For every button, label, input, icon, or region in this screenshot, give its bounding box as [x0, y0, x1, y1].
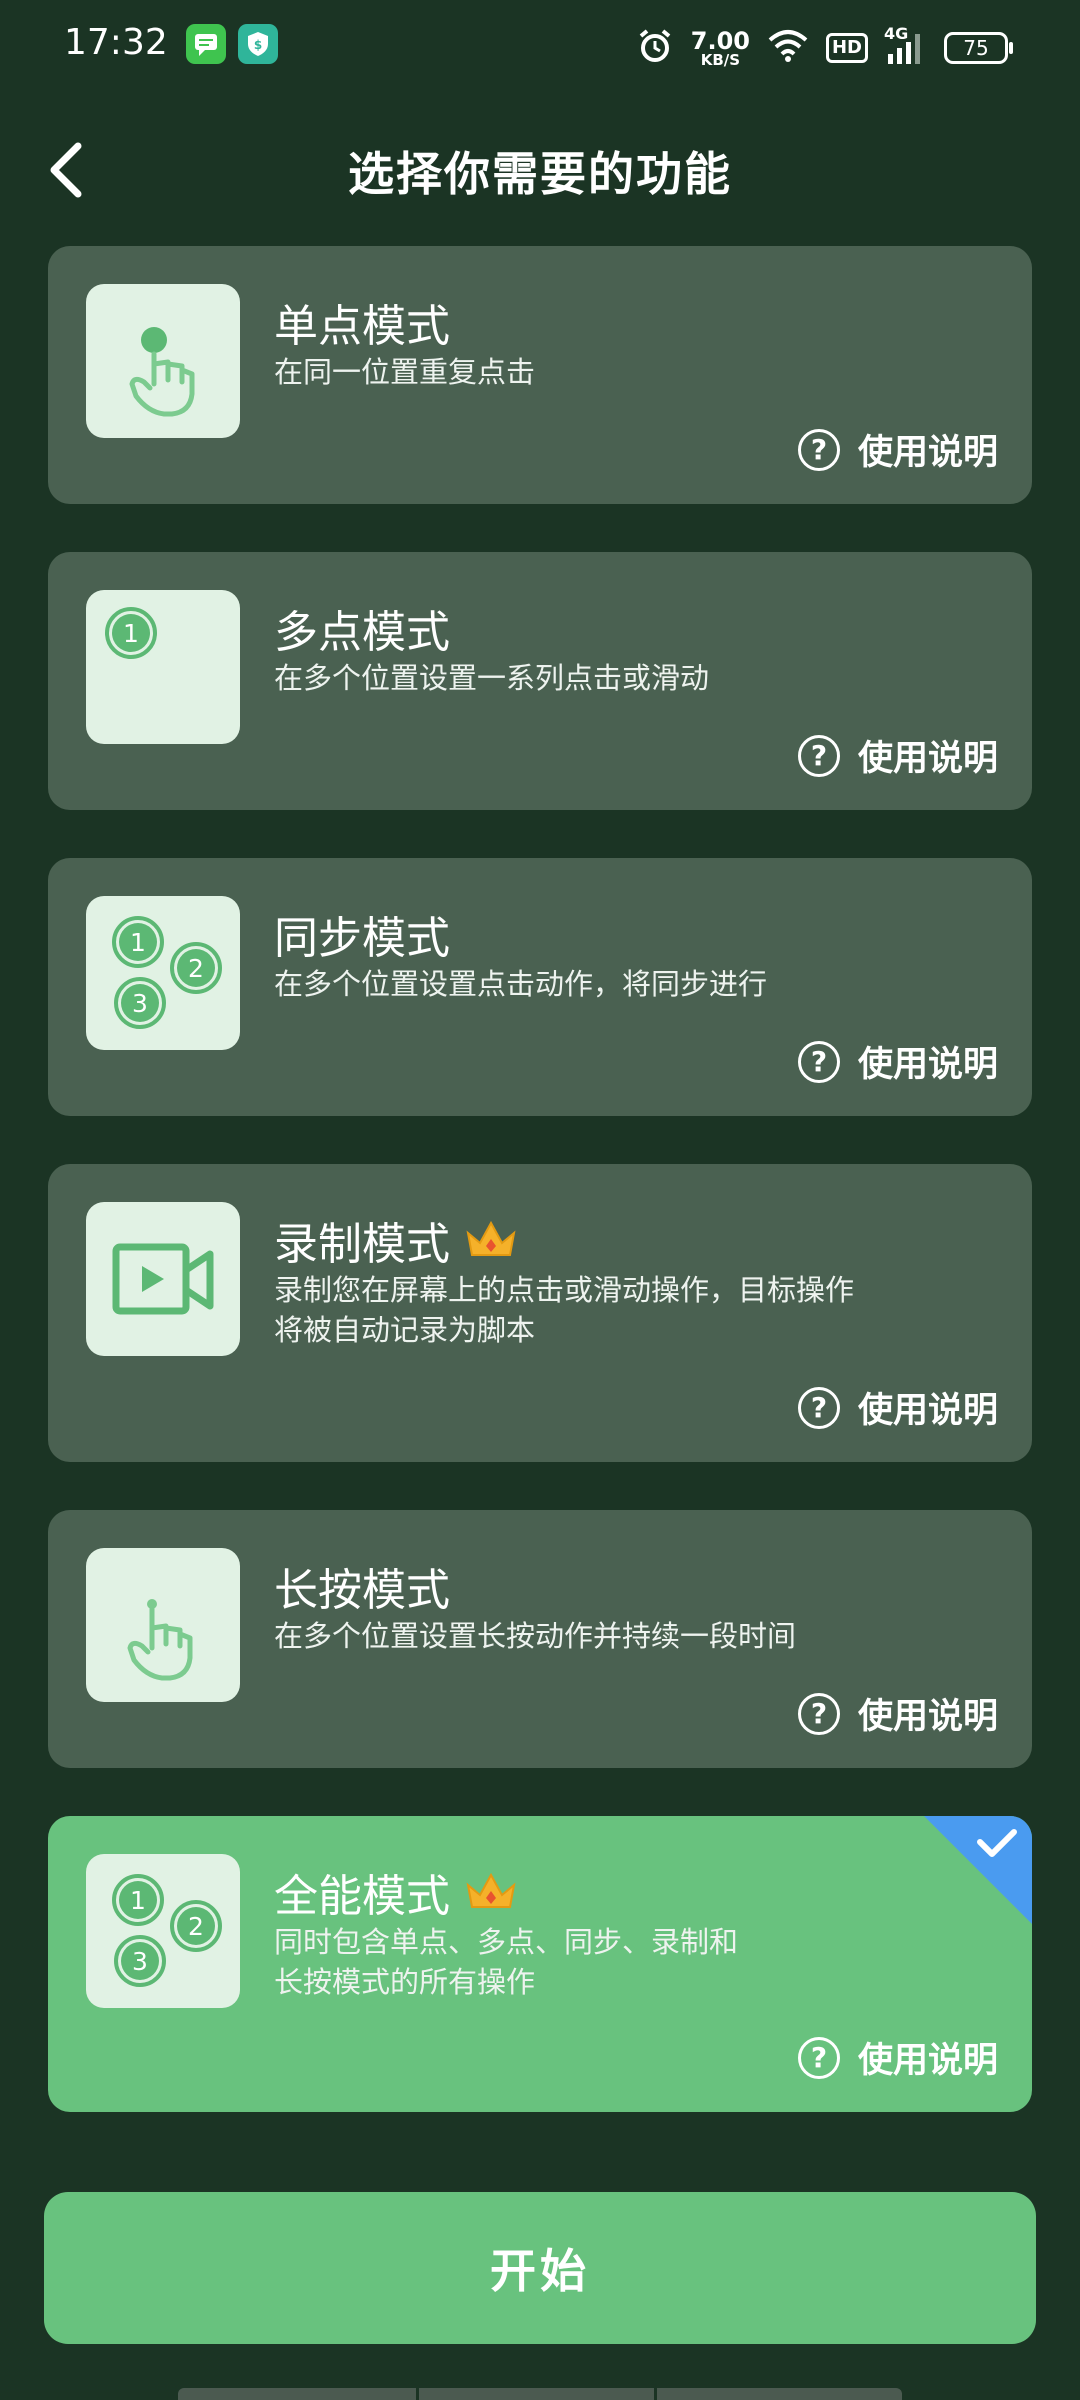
mode-desc: 录制您在屏幕上的点击或滑动操作，目标操作 将被自动记录为脚本 — [274, 1270, 894, 1350]
question-icon: ? — [797, 1040, 840, 1083]
all-modes-icon: 1 2 3 — [86, 1854, 240, 2008]
help-label: 使用说明 — [857, 1697, 998, 1737]
question-icon: ? — [797, 2036, 840, 2079]
start-button[interactable]: 开始 — [44, 2192, 1036, 2344]
page-title: 选择你需要的功能 — [348, 147, 732, 201]
point-number: 1 — [130, 928, 146, 957]
crown-icon — [466, 1872, 516, 1908]
message-icon — [186, 24, 226, 64]
help-label: 使用说明 — [857, 433, 998, 473]
long-press-hand-icon — [86, 1548, 240, 1702]
mode-card-record[interactable]: 录制模式 录制您在屏幕上的点击或滑动操作，目标操作 将被自动记录为脚本 ? 使用… — [48, 1164, 1032, 1462]
mode-card-sync[interactable]: 1 2 3 同步模式 在多个位置设置点击动作，将同步进行 ? 使用说明 — [48, 858, 1032, 1116]
status-time: 17:32 — [64, 22, 168, 63]
video-record-icon — [86, 1202, 240, 1356]
net-speed: 7.00 KB/S — [691, 29, 750, 68]
help-link[interactable]: ? 使用说明 — [797, 1036, 998, 1087]
nav-divider — [654, 2388, 657, 2400]
mode-title: 同步模式 — [274, 902, 450, 966]
help-link[interactable]: ? 使用说明 — [797, 1688, 998, 1739]
point-number: 2 — [188, 954, 204, 983]
nav-divider — [416, 2388, 419, 2400]
multi-point-icon: 1 — [86, 590, 240, 744]
question-icon: ? — [797, 428, 840, 471]
mode-title: 单点模式 — [274, 290, 450, 354]
help-link[interactable]: ? 使用说明 — [797, 730, 998, 781]
point-number: 3 — [132, 989, 148, 1018]
question-icon: ? — [797, 1386, 840, 1429]
mode-desc-line: 长按模式的所有操作 — [274, 1965, 536, 1999]
mode-desc-line: 将被自动记录为脚本 — [274, 1313, 536, 1347]
mode-card-all[interactable]: 1 2 3 全能模式 同时包含单点、多点、同步、录制和 长按模式的所有操作 ? … — [48, 1816, 1032, 2112]
help-link[interactable]: ? 使用说明 — [797, 424, 998, 475]
battery-icon: 75 — [944, 32, 1013, 64]
alarm-icon — [635, 26, 675, 70]
help-label: 使用说明 — [857, 1045, 998, 1085]
mode-desc: 在同一位置重复点击 — [274, 355, 536, 389]
mode-card-longpress[interactable]: 长按模式 在多个位置设置长按动作并持续一段时间 ? 使用说明 — [48, 1510, 1032, 1768]
help-link[interactable]: ? 使用说明 — [797, 2032, 998, 2083]
mode-card-multi[interactable]: 1 多点模式 在多个位置设置一系列点击或滑动 ? 使用说明 — [48, 552, 1032, 810]
signal-icon: 4G — [884, 24, 928, 68]
question-icon: ? — [797, 734, 840, 777]
help-label: 使用说明 — [857, 2041, 998, 2081]
mode-title: 长按模式 — [274, 1554, 450, 1618]
security-shield-icon: $ — [238, 24, 278, 64]
mode-title: 录制模式 — [274, 1208, 518, 1272]
mode-desc: 在多个位置设置一系列点击或滑动 — [274, 661, 710, 695]
mode-desc: 在多个位置设置长按动作并持续一段时间 — [274, 1619, 797, 1653]
sync-points-icon: 1 2 3 — [86, 896, 240, 1050]
mode-title-text: 全能模式 — [274, 1871, 450, 1922]
mode-title-text: 多点模式 — [274, 607, 450, 658]
mode-desc: 在多个位置设置点击动作，将同步进行 — [274, 967, 768, 1001]
mode-desc-line: 录制您在屏幕上的点击或滑动操作，目标操作 — [274, 1273, 855, 1307]
mode-title: 多点模式 — [274, 596, 450, 660]
battery-level: 75 — [963, 36, 989, 60]
help-link[interactable]: ? 使用说明 — [797, 1382, 998, 1433]
mode-title-text: 单点模式 — [274, 301, 450, 352]
status-bar: 17:32 $ 7.00 KB/S HD 4G 75 — [0, 0, 1080, 96]
mode-title: 全能模式 — [274, 1860, 518, 1924]
mode-desc: 同时包含单点、多点、同步、录制和 长按模式的所有操作 — [274, 1922, 894, 2002]
mode-title-text: 长按模式 — [274, 1565, 450, 1616]
hd-badge: HD — [825, 33, 868, 63]
question-icon: ? — [797, 1692, 840, 1735]
point-number: 2 — [188, 1912, 204, 1941]
mode-card-single[interactable]: 单点模式 在同一位置重复点击 ? 使用说明 — [48, 246, 1032, 504]
mode-desc-line: 同时包含单点、多点、同步、录制和 — [274, 1925, 739, 1959]
selected-check-icon — [924, 1816, 1032, 1924]
svg-text:$: $ — [254, 38, 262, 52]
mode-title-text: 同步模式 — [274, 913, 450, 964]
help-label: 使用说明 — [857, 1391, 998, 1431]
point-number: 3 — [132, 1947, 148, 1976]
single-tap-hand-icon — [86, 284, 240, 438]
mode-title-text: 录制模式 — [274, 1219, 450, 1270]
help-label: 使用说明 — [857, 739, 998, 779]
status-icons: 7.00 KB/S HD 4G 75 — [635, 24, 1013, 72]
point-number: 1 — [130, 1886, 146, 1915]
crown-icon — [466, 1220, 516, 1256]
wifi-icon — [766, 28, 810, 68]
point-number: 1 — [123, 619, 139, 648]
net-speed-value: 7.00 — [690, 26, 750, 55]
gesture-nav-bar — [178, 2388, 902, 2400]
net-speed-unit: KB/S — [700, 50, 741, 69]
